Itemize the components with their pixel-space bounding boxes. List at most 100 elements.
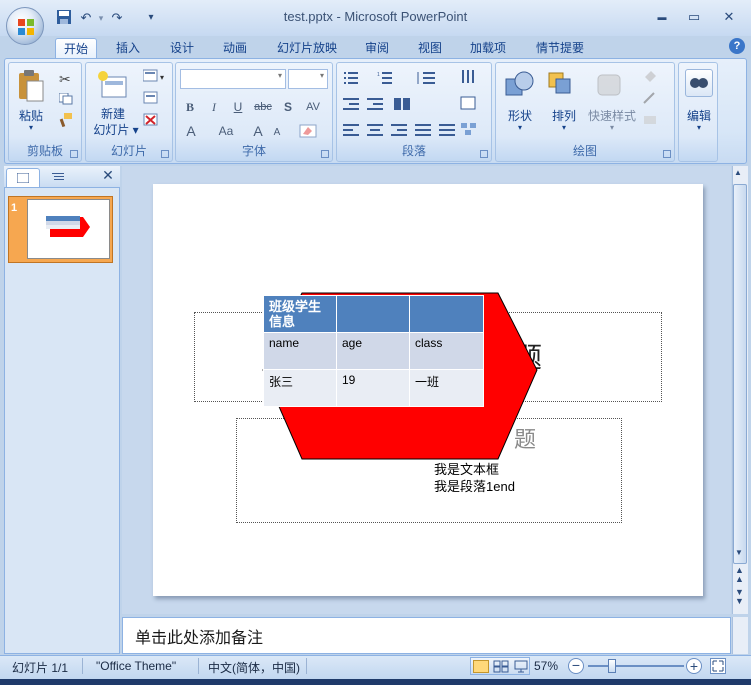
next-slide-icon[interactable]: ▼ ▼ (735, 588, 744, 606)
language[interactable]: 中文(简体，中国) (208, 659, 300, 676)
zoom-slider-thumb[interactable] (608, 659, 616, 673)
outline-tab[interactable] (42, 168, 76, 187)
underline-button[interactable]: U (230, 97, 246, 117)
shapes-label[interactable]: 形状 (498, 107, 542, 124)
office-button[interactable] (6, 7, 44, 45)
quick-styles-label[interactable]: 快速样式 (584, 107, 640, 124)
italic-button[interactable]: I (206, 97, 222, 117)
table-cell[interactable] (336, 295, 410, 333)
shapes-icon[interactable] (504, 69, 536, 101)
text-direction-icon[interactable] (459, 69, 479, 85)
clear-format-icon[interactable] (298, 123, 318, 139)
scrollbar-thumb[interactable] (733, 184, 747, 564)
strikethrough-button[interactable]: abc (252, 97, 274, 117)
shape-outline-icon[interactable] (642, 91, 670, 105)
align-text-icon[interactable] (459, 95, 479, 111)
shape-fill-icon[interactable] (642, 69, 670, 83)
zoom-level[interactable]: 57% (534, 659, 558, 673)
fit-to-window-icon[interactable] (710, 658, 726, 674)
reset-icon[interactable] (143, 91, 159, 105)
numbering-icon[interactable]: 1 (377, 71, 403, 85)
arrange-icon[interactable] (546, 69, 578, 101)
slide-thumbnail[interactable] (27, 199, 110, 259)
paste-label[interactable]: 粘贴 (11, 107, 51, 124)
scroll-up-icon[interactable]: ▲ (734, 168, 742, 177)
shadow-button[interactable]: S (280, 97, 296, 117)
table-cell[interactable]: 张三 (263, 369, 337, 407)
editing-label[interactable]: 编辑 (679, 107, 719, 124)
new-slide-icon[interactable] (96, 69, 128, 101)
quick-styles-dropdown-icon[interactable]: ▾ (584, 123, 640, 132)
notes-scrollbar[interactable] (732, 617, 748, 654)
quick-styles-icon[interactable] (594, 69, 626, 101)
table-cell[interactable]: 19 (336, 369, 410, 407)
drawing-launcher-icon[interactable] (663, 150, 671, 158)
clipboard-launcher-icon[interactable] (70, 150, 78, 158)
tab-design[interactable]: 设计 (162, 38, 202, 58)
change-case-button[interactable]: Aa (214, 121, 238, 141)
new-slide-label-1[interactable]: 新建 (90, 105, 136, 122)
table-cell[interactable] (409, 295, 484, 333)
font-color-button[interactable]: A (182, 121, 200, 141)
slides-launcher-icon[interactable] (161, 150, 169, 158)
font-launcher-icon[interactable] (321, 150, 329, 158)
slide-sorter-icon[interactable] (493, 660, 509, 673)
tab-storyboard[interactable]: 情节提要 (528, 38, 592, 58)
shapes-dropdown-icon[interactable]: ▾ (498, 123, 542, 132)
tab-insert[interactable]: 插入 (108, 38, 148, 58)
close-button[interactable]: ✕ (719, 8, 739, 26)
zoom-slider-track[interactable] (588, 665, 684, 667)
find-icon[interactable] (685, 69, 713, 97)
minimize-button[interactable]: ▬ (652, 8, 672, 26)
layout-icon[interactable]: ▾ (142, 69, 169, 83)
zoom-in-icon[interactable]: + (686, 658, 702, 674)
new-slide-label-2[interactable]: 幻灯片 ▾ (88, 121, 144, 138)
text-box[interactable]: 我是文本框 我是段落1end (434, 461, 515, 495)
grow-font-button[interactable]: A (250, 121, 266, 141)
paragraph-launcher-icon[interactable] (480, 150, 488, 158)
tab-review[interactable]: 审阅 (357, 38, 397, 58)
char-spacing-button[interactable]: AV (300, 97, 326, 117)
scroll-down-icon[interactable]: ▼ (735, 548, 743, 557)
table-cell[interactable]: 一班 (409, 369, 484, 407)
tab-home[interactable]: 开始 (55, 38, 97, 58)
table-cell[interactable]: age (336, 332, 410, 370)
font-name-combo[interactable]: ▾ (180, 69, 286, 89)
maximize-button[interactable]: ▭ (684, 8, 704, 26)
table-cell[interactable]: class (409, 332, 484, 370)
normal-view-icon[interactable] (473, 660, 489, 673)
bullets-icon[interactable] (343, 71, 369, 85)
slides-tab[interactable] (6, 168, 40, 187)
table-cell[interactable]: name (263, 332, 337, 370)
format-painter-icon[interactable] (59, 113, 73, 128)
previous-slide-icon[interactable]: ▲ ▲ (735, 566, 744, 584)
increase-indent-icon[interactable] (367, 97, 385, 111)
tab-view[interactable]: 视图 (410, 38, 450, 58)
line-spacing-icon[interactable] (415, 71, 445, 85)
columns-icon[interactable] (393, 97, 421, 111)
editing-dropdown-icon[interactable]: ▾ (679, 123, 719, 132)
alignment-buttons[interactable] (343, 123, 455, 137)
font-size-combo[interactable]: ▾ (288, 69, 328, 89)
help-icon[interactable]: ? (729, 38, 745, 54)
tab-animation[interactable]: 动画 (215, 38, 255, 58)
shrink-font-button[interactable]: A (270, 123, 284, 143)
slide-table[interactable]: 班级学生信息 name age class 张三 19 一班 (263, 295, 484, 407)
zoom-out-icon[interactable]: − (568, 658, 584, 674)
table-cell[interactable]: 班级学生信息 (263, 295, 337, 333)
bold-button[interactable]: B (182, 97, 198, 117)
shape-effects-icon[interactable] (642, 113, 670, 127)
copy-icon[interactable] (58, 92, 73, 105)
paste-icon[interactable] (16, 69, 46, 103)
tab-addins[interactable]: 加载项 (462, 38, 514, 58)
decrease-indent-icon[interactable] (343, 97, 361, 111)
smartart-icon[interactable] (459, 121, 479, 137)
arrange-dropdown-icon[interactable]: ▾ (542, 123, 586, 132)
arrange-label[interactable]: 排列 (542, 107, 586, 124)
tab-slideshow[interactable]: 幻灯片放映 (270, 38, 344, 58)
cut-icon[interactable]: ✂ (59, 71, 71, 88)
close-pane-icon[interactable]: ✕ (100, 167, 116, 185)
delete-slide-icon[interactable] (143, 113, 159, 127)
slideshow-icon[interactable] (513, 660, 529, 673)
paste-dropdown-icon[interactable]: ▾ (11, 123, 51, 132)
